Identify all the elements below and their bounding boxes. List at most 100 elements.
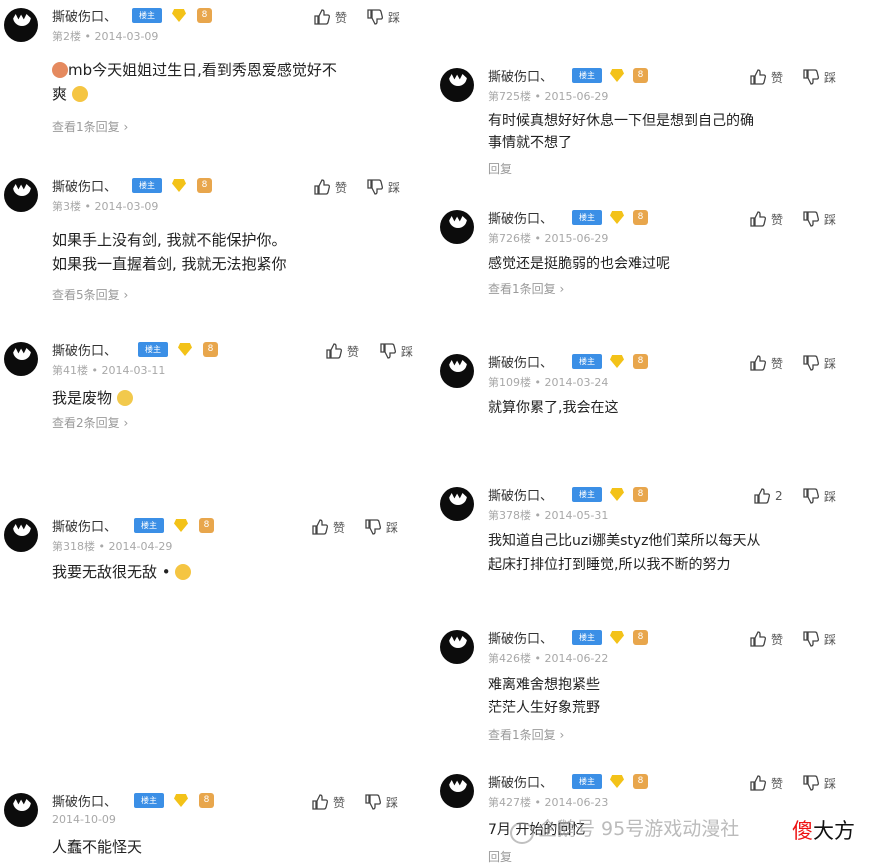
host-badge: 楼主: [572, 774, 602, 789]
avatar[interactable]: [4, 518, 38, 552]
comment-left-3: 撕破伤口、 楼主 8 第41楼 • 2014-03-11 赞 踩 我是废物 查看…: [4, 342, 424, 442]
username[interactable]: 撕破伤口、: [488, 66, 553, 85]
dislike-button[interactable]: 踩: [802, 630, 836, 648]
username[interactable]: 撕破伤口、: [488, 772, 553, 791]
thumbs-down-icon: [802, 774, 820, 792]
avatar[interactable]: [4, 8, 38, 42]
like-button[interactable]: 2: [753, 487, 783, 505]
comment-text: 就算你累了,我会在这: [488, 400, 619, 416]
thumbs-down-icon: [379, 342, 397, 360]
diamond-icon: [610, 69, 624, 82]
avatar[interactable]: [4, 342, 38, 376]
view-replies-link[interactable]: 查看5条回复 ›: [52, 286, 128, 303]
dislike-label: 踩: [401, 344, 414, 359]
dislike-button[interactable]: 踩: [802, 354, 836, 372]
like-button[interactable]: 赞: [313, 8, 347, 26]
thumbs-down-icon: [366, 8, 384, 26]
thumbs-down-icon: [802, 354, 820, 372]
dislike-button[interactable]: 踩: [366, 8, 400, 26]
comment-text: 我知道自己比uzi娜美styz他们菜所以每天从 起床打排位打到睡觉,所以我不断的…: [488, 533, 761, 573]
avatar[interactable]: [4, 178, 38, 212]
dislike-label: 踩: [386, 520, 399, 535]
dislike-button[interactable]: 踩: [802, 487, 836, 505]
view-replies-link[interactable]: 查看1条回复 ›: [52, 118, 128, 135]
dislike-button[interactable]: 踩: [366, 178, 400, 196]
thumbs-down-icon: [802, 68, 820, 86]
thumbs-up-icon: [749, 774, 767, 792]
host-badge: 楼主: [138, 342, 168, 357]
username[interactable]: 撕破伤口、: [52, 340, 117, 359]
like-button[interactable]: 赞: [325, 342, 359, 360]
comment-text: 感觉还是挺脆弱的也会难过呢: [488, 256, 670, 272]
diamond-icon: [174, 519, 188, 532]
floor-date: 第725楼 • 2015-06-29: [488, 90, 609, 103]
ok-hand-emoji-icon: [71, 86, 88, 102]
avatar[interactable]: [440, 210, 474, 244]
diamond-icon: [178, 343, 192, 356]
level-badge: 8: [199, 518, 214, 533]
reply-link[interactable]: 回复: [488, 160, 512, 177]
dislike-label: 踩: [824, 632, 837, 647]
avatar[interactable]: [440, 354, 474, 388]
like-button[interactable]: 赞: [749, 630, 783, 648]
dislike-label: 踩: [824, 356, 837, 371]
floor-date: 第426楼 • 2014-06-22: [488, 652, 609, 665]
comment-right-3: 撕破伤口、 楼主 8 第109楼 • 2014-03-24 赞 踩 就算你累了,…: [440, 354, 850, 424]
dislike-label: 踩: [388, 10, 401, 25]
cool-emoji-icon: [175, 564, 192, 580]
comment-left-1: 撕破伤口、 楼主 8 第2楼 • 2014-03-09 赞 踩 mb今天姐姐过生…: [4, 8, 404, 138]
username[interactable]: 撕破伤口、: [52, 791, 117, 810]
thumbs-up-icon: [749, 630, 767, 648]
username[interactable]: 撕破伤口、: [52, 6, 117, 25]
reply-link[interactable]: 回复: [488, 848, 512, 865]
view-replies-link[interactable]: 查看1条回复 ›: [488, 726, 564, 743]
view-replies-link[interactable]: 查看2条回复 ›: [52, 414, 128, 431]
like-button[interactable]: 赞: [749, 354, 783, 372]
diamond-icon: [610, 488, 624, 501]
host-badge: 楼主: [134, 793, 164, 808]
comment-text: 难离难舍想抱紧些 茫茫人生好象荒野: [488, 677, 600, 716]
level-badge: 8: [633, 210, 648, 225]
level-badge: 8: [197, 178, 212, 193]
avatar[interactable]: [440, 774, 474, 808]
like-button[interactable]: 赞: [749, 210, 783, 228]
dislike-button[interactable]: 踩: [802, 210, 836, 228]
username[interactable]: 撕破伤口、: [488, 352, 553, 371]
avatar[interactable]: [440, 68, 474, 102]
avatar[interactable]: [440, 487, 474, 521]
avatar[interactable]: [440, 630, 474, 664]
comment-text: 有时候真想好好休息一下但是想到自己的确 事情就不想了: [488, 113, 754, 151]
like-label: 赞: [333, 795, 346, 810]
host-badge: 楼主: [132, 8, 162, 23]
like-button[interactable]: 赞: [749, 774, 783, 792]
dislike-button[interactable]: 踩: [802, 68, 836, 86]
level-badge: 8: [633, 354, 648, 369]
dislike-button[interactable]: 踩: [802, 774, 836, 792]
like-button[interactable]: 赞: [311, 518, 345, 536]
view-replies-link[interactable]: 查看1条回复 ›: [488, 280, 564, 297]
like-button[interactable]: 赞: [313, 178, 347, 196]
username[interactable]: 撕破伤口、: [488, 485, 553, 504]
like-button[interactable]: 赞: [311, 793, 345, 811]
username[interactable]: 撕破伤口、: [488, 208, 553, 227]
username[interactable]: 撕破伤口、: [52, 516, 117, 535]
username[interactable]: 撕破伤口、: [488, 628, 553, 647]
thumbs-down-icon: [802, 487, 820, 505]
floor-date: 第726楼 • 2015-06-29: [488, 232, 609, 245]
like-label: 赞: [771, 212, 784, 227]
level-badge: 8: [203, 342, 218, 357]
dislike-button[interactable]: 踩: [364, 518, 398, 536]
thumbs-up-icon: [313, 178, 331, 196]
cake-emoji-icon: [52, 62, 68, 78]
host-badge: 楼主: [132, 178, 162, 193]
like-button[interactable]: 赞: [749, 68, 783, 86]
level-badge: 8: [197, 8, 212, 23]
dislike-button[interactable]: 踩: [379, 342, 413, 360]
avatar[interactable]: [4, 793, 38, 827]
dislike-button[interactable]: 踩: [364, 793, 398, 811]
dislike-label: 踩: [824, 776, 837, 791]
host-badge: 楼主: [572, 68, 602, 83]
username[interactable]: 撕破伤口、: [52, 176, 117, 195]
level-badge: 8: [633, 774, 648, 789]
host-badge: 楼主: [572, 487, 602, 502]
